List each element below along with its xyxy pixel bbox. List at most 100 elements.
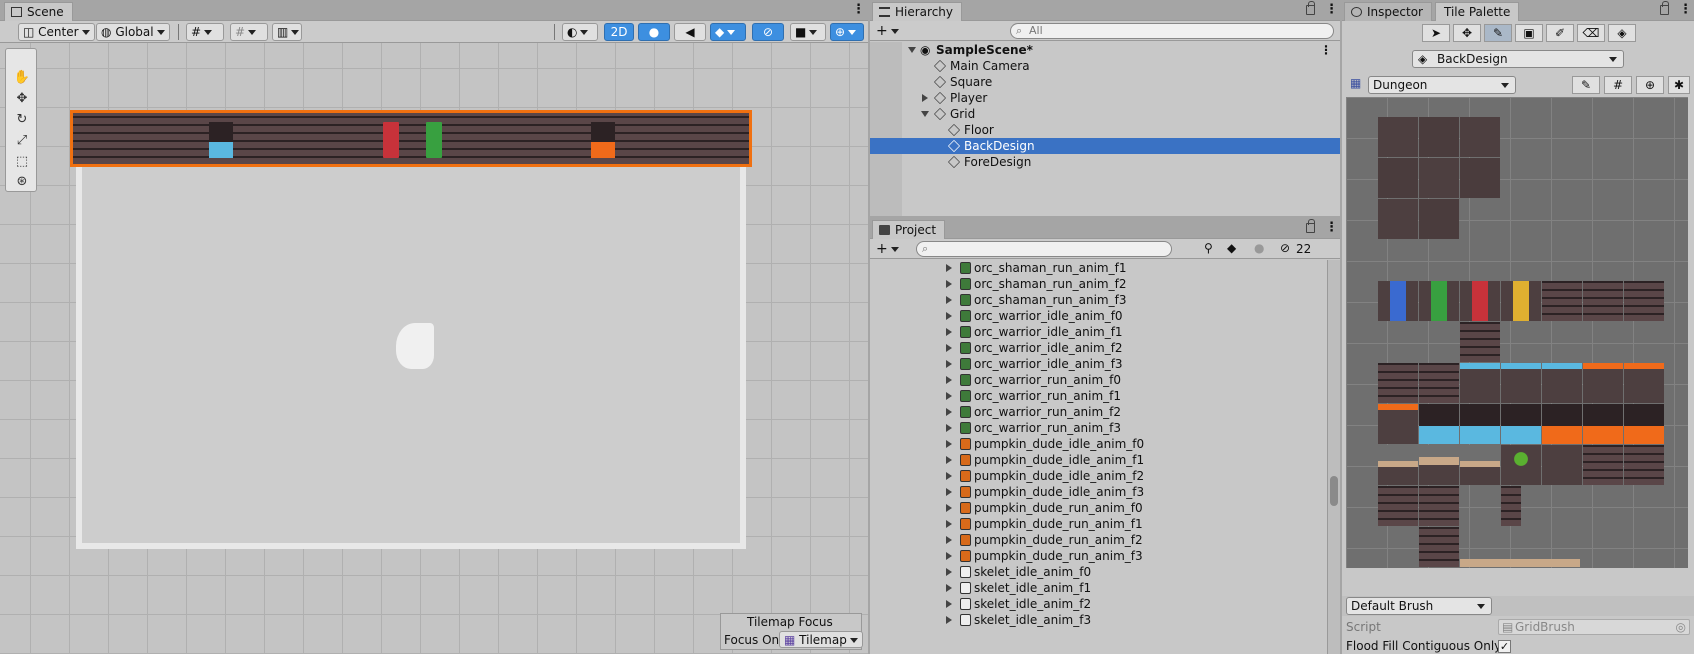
more-options-icon[interactable]: ⋮ [1679, 3, 1692, 17]
expand-arrow-icon[interactable] [946, 328, 952, 336]
more-options-icon[interactable]: ⋮ [1325, 221, 1338, 235]
project-asset-item[interactable]: pumpkin_dude_idle_anim_f0 [870, 436, 1326, 452]
audio-toggle-button[interactable]: ◀ [674, 23, 706, 41]
project-asset-item[interactable]: orc_warrior_run_anim_f3 [870, 420, 1326, 436]
lighting-toggle-button[interactable]: ● [638, 23, 670, 41]
expand-arrow-icon[interactable] [946, 456, 952, 464]
move-tool-icon[interactable]: ✥ [1453, 24, 1481, 42]
tab-hierarchy[interactable]: Hierarchy [872, 2, 963, 21]
project-asset-item[interactable]: pumpkin_dude_run_anim_f2 [870, 532, 1326, 548]
rect-tool-icon[interactable]: ⬚ [12, 153, 32, 171]
tab-scene[interactable]: Scene [4, 2, 73, 21]
palette-dropdown[interactable]: Dungeon [1368, 76, 1516, 94]
project-asset-item[interactable]: pumpkin_dude_idle_anim_f2 [870, 468, 1326, 484]
tree-item-main-camera[interactable]: Main Camera [870, 58, 1340, 74]
tile-palette-grid[interactable] [1346, 97, 1688, 568]
tab-tile-palette[interactable]: Tile Palette [1435, 2, 1520, 21]
tree-item-player[interactable]: Player [870, 90, 1340, 106]
picker-tool-icon[interactable]: ✐ [1546, 24, 1574, 42]
favorite-icon[interactable]: ● [1254, 241, 1264, 255]
shading-mode-button[interactable]: ◐ [562, 23, 598, 41]
project-asset-item[interactable]: orc_shaman_run_anim_f3 [870, 292, 1326, 308]
more-options-icon[interactable]: ⋮ [852, 3, 865, 17]
expand-arrow-icon[interactable] [946, 520, 952, 528]
palette-settings-icon[interactable]: ✱ [1668, 76, 1690, 94]
expand-arrow-icon[interactable] [946, 584, 952, 592]
grid-toggle-icon[interactable]: # [1604, 76, 1632, 94]
project-asset-item[interactable]: skelet_idle_anim_f1 [870, 580, 1326, 596]
tab-project[interactable]: Project [872, 220, 946, 239]
grid-visibility-button[interactable]: ▥ [272, 23, 302, 41]
box-fill-tool-icon[interactable]: ▣ [1515, 24, 1543, 42]
project-asset-item[interactable]: skelet_idle_anim_f2 [870, 596, 1326, 612]
project-asset-item[interactable]: orc_warrior_run_anim_f0 [870, 372, 1326, 388]
eraser-tool-icon[interactable]: ⌫ [1577, 24, 1605, 42]
search-by-type-icon[interactable]: ⚲ [1204, 241, 1213, 255]
project-asset-item[interactable]: pumpkin_dude_run_anim_f1 [870, 516, 1326, 532]
grid-snap-button[interactable]: # [186, 23, 224, 41]
lock-icon[interactable] [1306, 219, 1315, 233]
expand-arrow-icon[interactable] [946, 472, 952, 480]
rotate-tool-icon[interactable]: ↻ [12, 111, 32, 129]
camera-button[interactable]: ■ [790, 23, 826, 41]
effects-button[interactable]: ◆ [710, 23, 746, 41]
space-dropdown[interactable]: ◍ Global [96, 23, 170, 41]
scrollbar-thumb[interactable] [1330, 476, 1338, 506]
expand-arrow-icon[interactable] [946, 424, 952, 432]
project-asset-item[interactable]: orc_warrior_idle_anim_f2 [870, 340, 1326, 356]
project-asset-item[interactable]: orc_warrior_idle_anim_f1 [870, 324, 1326, 340]
hand-tool-icon[interactable]: ✋ [12, 69, 32, 87]
toggle-2d-button[interactable]: 2D [604, 23, 634, 41]
expand-arrow-icon[interactable] [946, 504, 952, 512]
scale-tool-icon[interactable]: ⤢ [12, 132, 32, 150]
project-asset-item[interactable]: skelet_idle_anim_f0 [870, 564, 1326, 580]
project-asset-item[interactable]: orc_shaman_run_anim_f2 [870, 276, 1326, 292]
expand-arrow-icon[interactable] [946, 552, 952, 560]
expand-arrow-icon[interactable] [908, 47, 916, 53]
expand-arrow-icon[interactable] [946, 616, 952, 624]
tree-item-backdesign[interactable]: BackDesign [870, 138, 1340, 154]
add-object-button[interactable]: + [876, 24, 899, 40]
tree-item-samplescene[interactable]: ◉ SampleScene* ⋮ [870, 42, 1340, 58]
tab-inspector[interactable]: Inspector [1344, 2, 1432, 21]
project-asset-item[interactable]: pumpkin_dude_run_anim_f3 [870, 548, 1326, 564]
edit-palette-icon[interactable]: ✎ [1572, 76, 1600, 94]
move-tool-icon[interactable]: ✥ [12, 90, 32, 108]
expand-arrow-icon[interactable] [946, 600, 952, 608]
project-asset-item[interactable]: orc_warrior_idle_anim_f3 [870, 356, 1326, 372]
lock-icon[interactable] [1306, 1, 1315, 15]
expand-arrow-icon[interactable] [946, 536, 952, 544]
expand-arrow-icon[interactable] [946, 296, 952, 304]
brush-dropdown[interactable]: Default Brush [1346, 597, 1492, 615]
lock-icon[interactable] [1660, 1, 1669, 15]
focus-on-dropdown[interactable]: ▦ Tilemap [779, 631, 863, 648]
scene-viewport[interactable]: ✋ ✥ ↻ ⤢ ⬚ ⊛ Tilemap Focus Focus On ▦ Til… [0, 43, 868, 654]
flood-fill-checkbox[interactable]: ✓ [1498, 640, 1511, 653]
transform-tool-icon[interactable]: ⊛ [12, 173, 32, 191]
expand-arrow-icon[interactable] [922, 94, 928, 102]
more-options-icon[interactable]: ⋮ [1325, 3, 1338, 17]
expand-arrow-icon[interactable] [946, 488, 952, 496]
hierarchy-search-input[interactable]: ⌕ All [1010, 23, 1334, 39]
expand-arrow-icon[interactable] [946, 360, 952, 368]
expand-arrow-icon[interactable] [946, 568, 952, 576]
tree-item-square[interactable]: Square [870, 74, 1340, 90]
project-asset-item[interactable]: pumpkin_dude_idle_anim_f1 [870, 452, 1326, 468]
expand-arrow-icon[interactable] [946, 280, 952, 288]
gizmos-toggle-icon[interactable]: ⊕ [1636, 76, 1664, 94]
gizmos-button[interactable]: ⊕ [830, 23, 864, 41]
expand-arrow-icon[interactable] [946, 344, 952, 352]
project-asset-item[interactable]: orc_warrior_idle_anim_f0 [870, 308, 1326, 324]
project-asset-item[interactable]: pumpkin_dude_idle_anim_f3 [870, 484, 1326, 500]
expand-arrow-icon[interactable] [946, 408, 952, 416]
hidden-packages-icon[interactable]: ⊘ [1280, 241, 1290, 255]
expand-arrow-icon[interactable] [921, 111, 929, 117]
project-asset-item[interactable]: orc_warrior_run_anim_f2 [870, 404, 1326, 420]
select-tool-icon[interactable]: ➤ [1422, 24, 1450, 42]
fill-tool-icon[interactable]: ◈ [1608, 24, 1636, 42]
active-tilemap-dropdown[interactable]: ◈ BackDesign [1412, 50, 1624, 68]
project-asset-item[interactable]: skelet_idle_anim_f3 [870, 612, 1326, 628]
project-asset-item[interactable]: pumpkin_dude_run_anim_f0 [870, 500, 1326, 516]
expand-arrow-icon[interactable] [946, 440, 952, 448]
pivot-dropdown[interactable]: ◫ Center [18, 23, 95, 41]
